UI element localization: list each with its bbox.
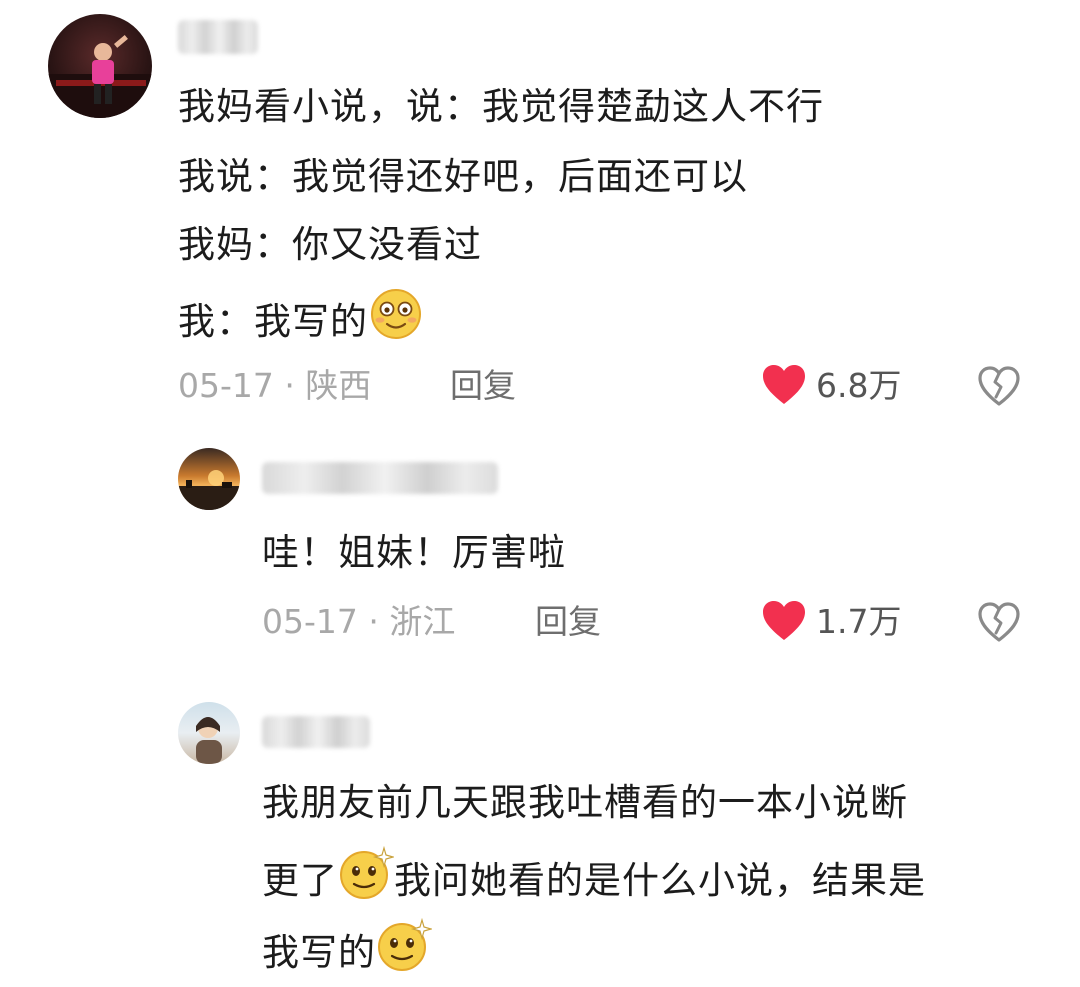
- comment-3-line-3: 我问她看的是什么小说，结果是: [394, 859, 926, 902]
- comment-1-meta: 05-17 · 陕西: [178, 366, 371, 406]
- comment-2-location: 浙江: [389, 602, 456, 641]
- avatar-commenter-3[interactable]: [178, 702, 240, 764]
- comment-3-line-2-text: 更了: [262, 859, 338, 902]
- avatar-commenter-2[interactable]: [178, 448, 240, 510]
- username-blurred-3[interactable]: [262, 716, 370, 748]
- comment-3-line-1: 我朋友前几天跟我吐槽看的一本小说断: [262, 781, 908, 824]
- dislike-button-1[interactable]: [976, 364, 1022, 408]
- sparkle-smile-emoji-icon: [376, 917, 434, 983]
- like-count-1: 6.8万: [816, 366, 902, 405]
- comment-1-location: 陕西: [305, 366, 372, 405]
- comment-2-line-1: 哇！姐妹！厉害啦: [262, 531, 566, 574]
- comment-1-line-4-text: 我：我写的: [178, 300, 368, 343]
- like-count-2: 1.7万: [816, 602, 902, 641]
- comment-1-line-4: 我：我写的: [178, 289, 424, 355]
- broken-heart-icon: [978, 366, 1020, 406]
- sparkle-smile-emoji-icon: [338, 845, 396, 911]
- comment-3-line-2: 更了 我问她看的是什么小说，结果是: [262, 845, 926, 915]
- reply-button-1[interactable]: 回复: [450, 366, 516, 406]
- comment-1-line-1: 我妈看小说，说：我觉得楚勐这人不行: [178, 85, 824, 128]
- comment-3-line-4-text: 我写的: [262, 931, 376, 974]
- meta-separator: ·: [368, 602, 379, 641]
- like-button-1[interactable]: 6.8万: [760, 362, 910, 410]
- dislike-button-2[interactable]: [976, 600, 1022, 644]
- comment-1-line-3: 我妈：你又没看过: [178, 223, 482, 266]
- comment-2-meta: 05-17 · 浙江: [262, 602, 455, 642]
- meta-separator: ·: [284, 366, 295, 405]
- username-blurred-2[interactable]: [262, 462, 498, 494]
- heart-icon: [763, 601, 805, 640]
- comment-2-date: 05-17: [262, 602, 358, 641]
- comment-1-date: 05-17: [178, 366, 274, 405]
- heart-icon: [763, 365, 805, 404]
- like-button-2[interactable]: 1.7万: [760, 598, 910, 646]
- broken-heart-icon: [978, 602, 1020, 642]
- username-blurred-1[interactable]: [178, 20, 258, 54]
- reply-button-2[interactable]: 回复: [535, 602, 601, 642]
- comment-1-line-2: 我说：我觉得还好吧，后面还可以: [178, 155, 748, 198]
- smile-emoji-icon: [368, 288, 424, 351]
- avatar-commenter-1[interactable]: [48, 14, 152, 118]
- comment-3-line-4: 我写的: [262, 917, 434, 987]
